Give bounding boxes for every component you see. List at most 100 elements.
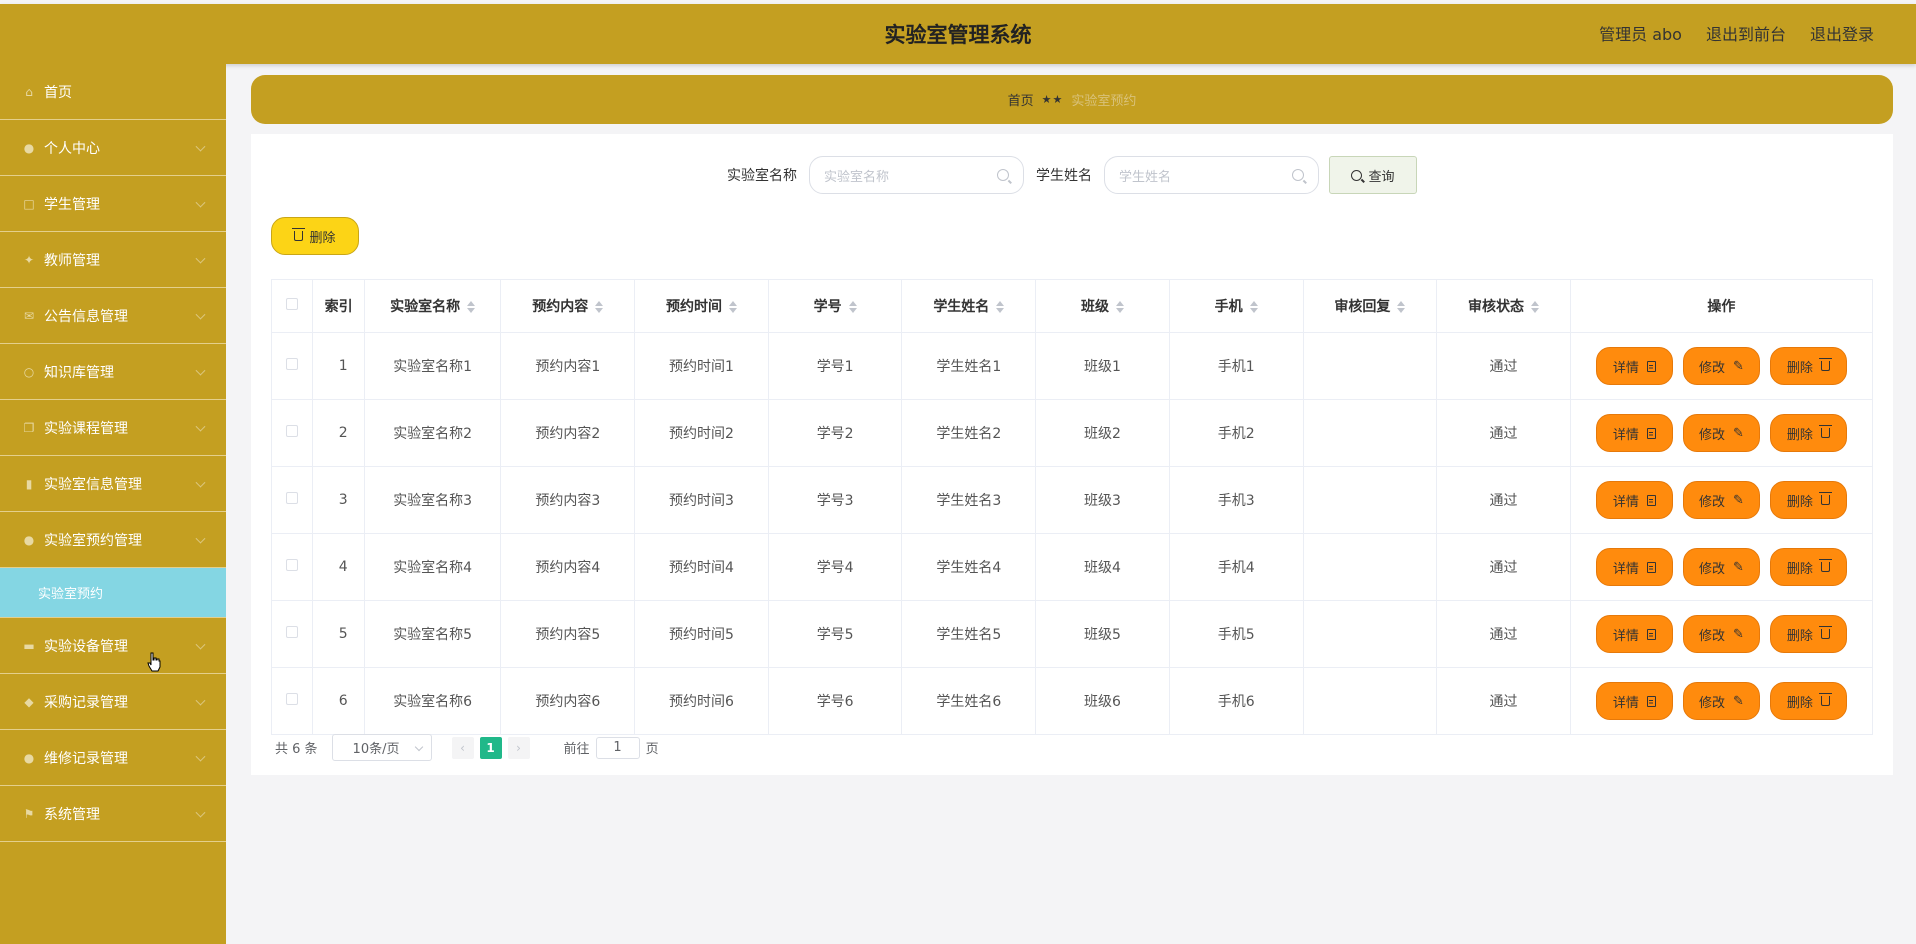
exit-to-front-link[interactable]: 退出到前台 [1706,4,1786,64]
sort-icon[interactable] [728,301,737,313]
cell-class: 班级1 [1035,332,1170,400]
sort-icon[interactable] [996,301,1005,313]
sidebar-item[interactable]: ✉ 公告信息管理 [0,288,226,344]
cell-index: 6 [312,667,365,735]
sidebar-item[interactable]: ● 维修记录管理 [0,730,226,786]
detail-button[interactable]: 详情 [1595,347,1673,385]
edit-button[interactable]: 修改 ✎ [1682,414,1760,452]
cell-index: 4 [312,533,365,601]
sort-icon[interactable] [848,301,857,313]
cell-phone: 手机2 [1168,399,1304,467]
sidebar-item[interactable]: ▮ 实验室信息管理 [0,456,226,512]
sort-icon[interactable] [467,301,476,313]
detail-button[interactable]: 详情 [1595,481,1673,519]
sort-icon[interactable] [1249,301,1258,313]
sidebar-item[interactable]: ⌂ 首页 [0,64,226,120]
logout-link[interactable]: 退出登录 [1810,4,1874,64]
batch-delete-button[interactable]: 删除 [271,217,359,255]
column-header[interactable]: 实验室名称 [363,279,502,333]
sidebar-subitem-lab-reservation[interactable]: 实验室预约 [0,568,226,618]
chart-icon: ▮ [25,476,33,491]
edit-button[interactable]: 修改 ✎ [1682,481,1760,519]
row-checkbox[interactable] [286,358,299,370]
row-checkbox[interactable] [286,425,299,437]
column-header-label: 预约时间 [665,299,722,315]
column-header[interactable]: 审核状态 [1436,279,1571,333]
edit-button-label: 修改 [1698,360,1725,376]
detail-button[interactable]: 详情 [1595,548,1673,586]
user-icon: ● [23,140,35,155]
edit-button[interactable]: 修改 ✎ [1682,347,1760,385]
cell-index: 1 [312,332,365,400]
row-select-cell [270,399,314,467]
student-name-input[interactable]: 学生姓名 [1104,156,1319,194]
sort-icon[interactable] [1531,301,1539,313]
row-checkbox[interactable] [286,626,299,638]
cell-time: 预约时间6 [634,667,769,735]
column-header[interactable]: 手机 [1168,279,1304,333]
delete-button[interactable]: 删除 [1769,548,1847,586]
prev-page-button[interactable]: ‹ [451,736,474,759]
row-actions: 详情 修改 ✎ 删除 [1572,414,1871,452]
flag-icon: ⚑ [23,806,35,821]
page-number-current[interactable]: 1 [479,736,502,759]
admin-user-label[interactable]: 管理员 abo [1599,4,1682,64]
sidebar-item[interactable]: ○ 知识库管理 [0,344,226,400]
column-header[interactable]: 学号 [767,279,903,333]
lab-name-input[interactable]: 实验室名称 [809,156,1024,194]
trash-icon [1818,492,1832,505]
cell-student-name: 学生姓名1 [901,332,1037,400]
sort-icon[interactable] [1115,301,1124,313]
sidebar-item[interactable]: ✦ 教师管理 [0,232,226,288]
sidebar-item[interactable]: ▬ 实验设备管理 [0,618,226,674]
detail-button[interactable]: 详情 [1595,414,1673,452]
cell-actions: 详情 修改 ✎ 删除 [1569,399,1874,467]
edit-button[interactable]: 修改 ✎ [1682,682,1760,720]
sort-icon[interactable] [595,301,604,313]
column-header[interactable]: 学生姓名 [901,279,1037,333]
query-button[interactable]: 查询 [1329,156,1417,194]
cell-status: 通过 [1436,600,1571,668]
location-icon: ◆ [24,694,34,709]
chevron-down-icon [195,309,206,320]
cell-reply [1302,533,1438,601]
document-icon [1646,561,1656,573]
delete-button[interactable]: 删除 [1769,615,1847,653]
column-header[interactable]: 预约时间 [634,279,769,333]
row-actions: 详情 修改 ✎ 删除 [1572,481,1871,519]
sidebar-item[interactable]: □ 学生管理 [0,176,226,232]
delete-button[interactable]: 删除 [1769,347,1847,385]
next-page-button[interactable]: › [507,736,530,759]
goto-page-input[interactable]: 1 [595,736,640,759]
cell-index: 2 [312,399,365,467]
row-checkbox[interactable] [286,559,299,571]
breadcrumb-home[interactable]: 首页 [1008,90,1034,109]
delete-button[interactable]: 删除 [1769,682,1847,720]
sort-icon[interactable] [1397,301,1406,313]
delete-button[interactable]: 删除 [1769,481,1847,519]
column-header[interactable]: 预约内容 [500,279,636,333]
page-size-select[interactable]: 10条/页 [331,734,432,761]
cell-index: 5 [312,600,365,668]
delete-button[interactable]: 删除 [1769,414,1847,452]
select-all-checkbox[interactable] [286,298,299,310]
trash-icon [1818,626,1832,639]
edit-button[interactable]: 修改 ✎ [1682,548,1760,586]
column-header[interactable]: 班级 [1035,279,1170,333]
detail-button[interactable]: 详情 [1595,615,1673,653]
row-checkbox[interactable] [286,693,299,705]
row-checkbox[interactable] [286,492,299,504]
sidebar-item[interactable]: ● 实验室预约管理 [0,512,226,568]
trash-icon [1818,693,1832,706]
detail-button[interactable]: 详情 [1595,682,1673,720]
edit-button[interactable]: 修改 ✎ [1682,615,1760,653]
cell-time: 预约时间1 [634,332,769,400]
sidebar-item[interactable]: ⚑ 系统管理 [0,786,226,842]
column-header[interactable]: 审核回复 [1302,279,1438,333]
cell-student-id: 学号1 [767,332,903,400]
table-row: 5 实验室名称5 预约内容5 预约时间5 学号5 学生姓名5 班级5 手机5 通过 详情 修改 ✎ 删除 [270,600,1874,668]
sidebar-item[interactable]: ❐ 实验课程管理 [0,400,226,456]
sidebar-item[interactable]: ● 个人中心 [0,120,226,176]
query-button-label: 查询 [1368,169,1395,185]
sidebar-item[interactable]: ◆ 采购记录管理 [0,674,226,730]
